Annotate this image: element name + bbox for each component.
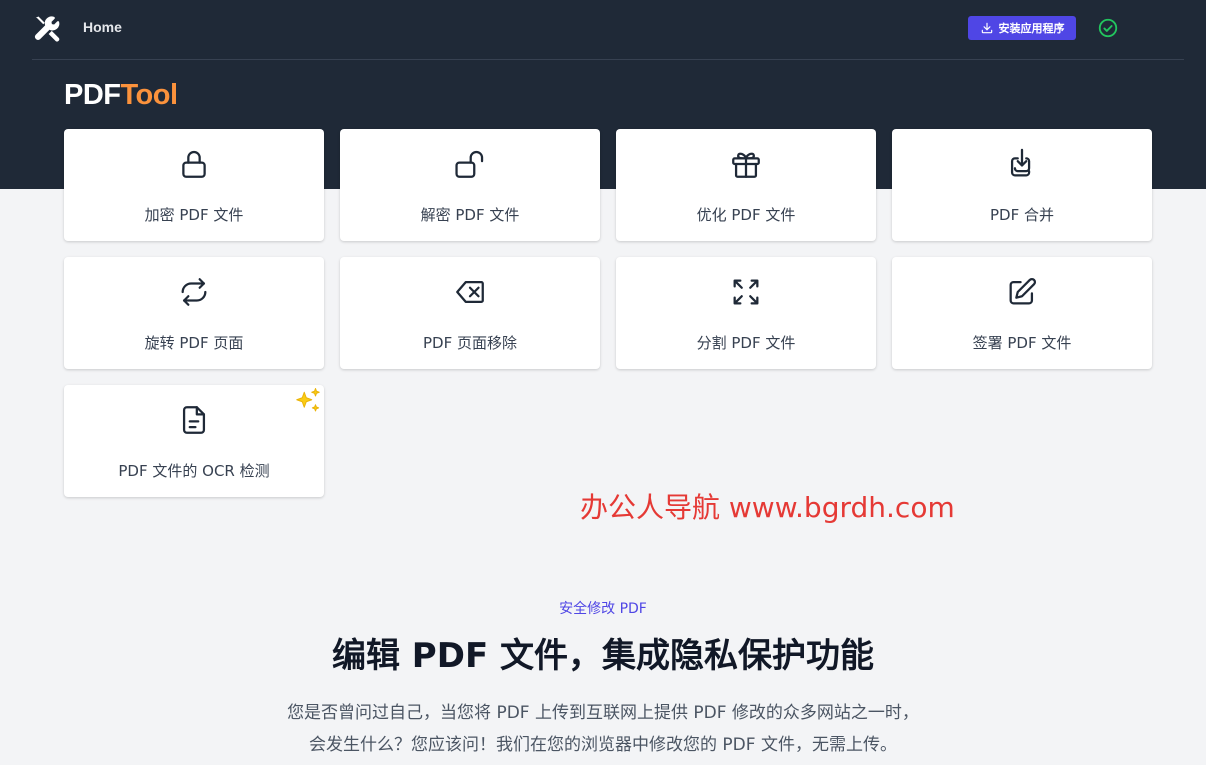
- backspace-x-icon: [453, 275, 487, 309]
- pencil-square-icon: [1005, 275, 1039, 309]
- tool-card-label: PDF 合并: [990, 206, 1054, 224]
- expand-arrows-icon: [729, 275, 763, 309]
- wrench-screwdriver-icon[interactable]: [32, 14, 62, 44]
- tool-card-remove-pages[interactable]: PDF 页面移除: [340, 257, 600, 369]
- section-description: 您是否曾问过自己，当您将 PDF 上传到互联网上提供 PDF 修改的众多网站之一…: [0, 697, 1206, 761]
- gift-icon: [729, 147, 763, 181]
- tool-card-split[interactable]: 分割 PDF 文件: [616, 257, 876, 369]
- tool-card-rotate[interactable]: 旋转 PDF 页面: [64, 257, 324, 369]
- tool-card-label: 解密 PDF 文件: [420, 206, 520, 224]
- tool-card-label: 签署 PDF 文件: [972, 334, 1072, 352]
- install-app-button[interactable]: 安装应用程序: [968, 16, 1076, 40]
- description-line-1: 您是否曾问过自己，当您将 PDF 上传到互联网上提供 PDF 修改的众多网站之一…: [287, 703, 919, 723]
- tool-card-ocr[interactable]: PDF 文件的 OCR 检测: [64, 385, 324, 497]
- lock-icon: [177, 147, 211, 181]
- merge-download-icon: [1005, 147, 1039, 181]
- unlock-icon: [453, 147, 487, 181]
- tool-card-decrypt[interactable]: 解密 PDF 文件: [340, 129, 600, 241]
- tool-card-sign[interactable]: 签署 PDF 文件: [892, 257, 1152, 369]
- document-text-icon: [177, 403, 211, 437]
- tool-card-label: 分割 PDF 文件: [696, 334, 796, 352]
- tool-card-label: 加密 PDF 文件: [144, 206, 244, 224]
- download-icon: [981, 22, 992, 34]
- watermark-text: 办公人导航 www.bgrdh.com: [580, 491, 955, 524]
- check-circle-icon[interactable]: [1097, 17, 1119, 39]
- nav-home-link[interactable]: Home: [83, 19, 122, 35]
- rotate-arrows-icon: [177, 275, 211, 309]
- brand-part-tool: Tool: [120, 79, 179, 111]
- tool-card-merge[interactable]: PDF 合并: [892, 129, 1152, 241]
- brand-logo: PDFTool: [64, 79, 178, 112]
- tool-card-optimize[interactable]: 优化 PDF 文件: [616, 129, 876, 241]
- tool-card-label: PDF 页面移除: [423, 334, 517, 352]
- section-eyebrow: 安全修改 PDF: [559, 601, 647, 617]
- description-line-2: 会发生什么？您应该问！我们在您的浏览器中修改您的 PDF 文件，无需上传。: [309, 735, 897, 755]
- tool-card-label: 旋转 PDF 页面: [144, 334, 244, 352]
- sparkles-icon: [296, 388, 320, 412]
- install-app-label: 安装应用程序: [998, 22, 1065, 35]
- tool-card-label: PDF 文件的 OCR 检测: [118, 462, 270, 480]
- section-headline: 编辑 PDF 文件，集成隐私保护功能: [331, 636, 875, 676]
- tool-card-encrypt[interactable]: 加密 PDF 文件: [64, 129, 324, 241]
- brand-part-pdf: PDF: [64, 79, 121, 111]
- tool-card-label: 优化 PDF 文件: [696, 206, 796, 224]
